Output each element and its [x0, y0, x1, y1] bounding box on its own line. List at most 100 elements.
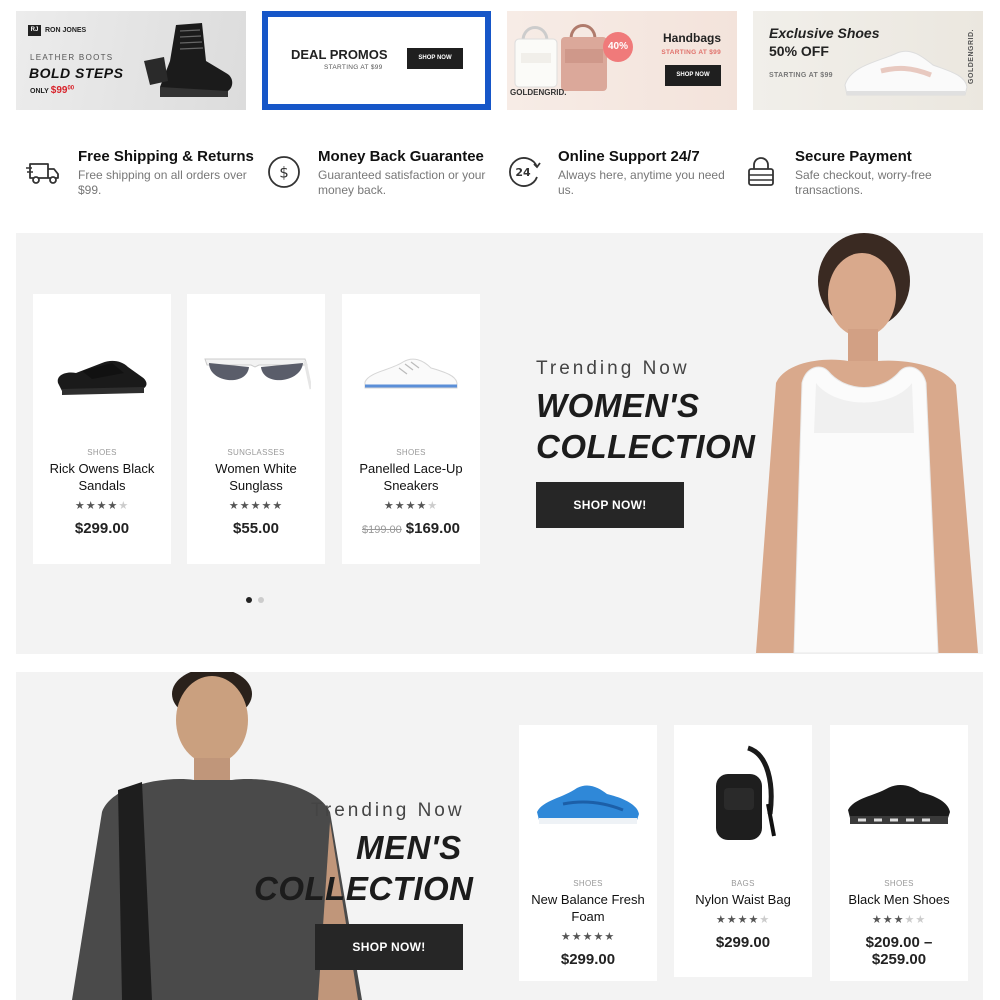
product-card[interactable]: SHOES Panelled Lace-Up Sneakers ★★★★★ $1…: [342, 294, 480, 564]
carousel-dots: [246, 597, 264, 603]
handbags-shop-now-button[interactable]: SHOP NOW: [665, 65, 721, 86]
product-card[interactable]: BAGS Nylon Waist Bag ★★★★★ $299.00: [674, 725, 812, 977]
banner-price: ONLY $9900: [30, 85, 74, 96]
price-current: $299.00: [74, 520, 130, 537]
product-category: BAGS: [731, 879, 755, 888]
feature-desc: Always here, anytime you need us.: [558, 168, 725, 197]
feature-title: Online Support 24/7: [558, 148, 700, 165]
mens-shop-now-button[interactable]: SHOP NOW!: [315, 924, 463, 970]
star-icon: ★: [915, 914, 927, 926]
star-icon: ★: [107, 500, 119, 512]
feature-secure-payment: Secure Payment Safe checkout, worry-free…: [733, 146, 973, 206]
features-bar: Free Shipping & Returns Free shipping on…: [16, 146, 983, 206]
star-icon: ★: [118, 500, 130, 512]
brand-logo: RJ RON JONES: [28, 25, 86, 36]
banner-leather-boots[interactable]: RJ RON JONES LEATHER BOOTS BOLD STEPS ON…: [16, 11, 246, 110]
leather-boot-image: [144, 23, 233, 97]
banner-discount: 50% OFF: [769, 43, 829, 59]
star-icon: ★: [228, 500, 240, 512]
feature-desc: Safe checkout, worry-free transactions.: [795, 168, 932, 197]
star-icon: ★: [759, 914, 771, 926]
banner-exclusive-shoes[interactable]: Exclusive Shoes 50% OFF STARTING AT $99 …: [753, 11, 983, 110]
product-category: SHOES: [884, 879, 914, 888]
product-image[interactable]: [187, 314, 325, 434]
white-sneaker-image: [844, 50, 968, 96]
collection-title-line1: MEN'S: [356, 829, 462, 866]
brand-name: RON JONES: [45, 27, 87, 34]
price-current: $55.00: [233, 520, 279, 537]
feature-money-back: $ Money Back Guarantee Guaranteed satisf…: [256, 146, 496, 206]
product-name[interactable]: Black Men Shoes: [836, 891, 962, 908]
discount-badge: 40%: [603, 32, 633, 62]
product-rating: ★★★★★: [674, 913, 812, 926]
deal-shop-now-button[interactable]: SHOP NOW: [407, 48, 463, 69]
star-icon: ★: [737, 914, 749, 926]
star-icon: ★: [405, 500, 417, 512]
star-icon: ★: [96, 500, 108, 512]
support-24-icon: 24: [509, 157, 541, 187]
product-image[interactable]: [342, 314, 480, 434]
carousel-dot[interactable]: [246, 597, 252, 603]
womens-shop-now-button[interactable]: SHOP NOW!: [536, 482, 684, 528]
brand-mark: RJ: [28, 25, 41, 36]
star-icon: ★: [726, 914, 738, 926]
product-name[interactable]: Nylon Waist Bag: [680, 891, 806, 908]
star-icon: ★: [893, 914, 905, 926]
product-category: SHOES: [573, 879, 603, 888]
truck-icon: [26, 163, 59, 184]
banner-subtitle: LEATHER BOOTS: [30, 53, 114, 62]
mens-collection-section: Trending Now MEN'S COLLECTION SHOP NOW! …: [16, 672, 983, 1000]
product-image[interactable]: [674, 731, 812, 861]
trending-label: Trending Now: [536, 358, 690, 379]
star-icon: ★: [394, 500, 406, 512]
price-current: $169.00: [405, 520, 460, 537]
womens-collection-section: SHOES Rick Owens Black Sandals ★★★★★ $29…: [16, 233, 983, 654]
banner-handbags[interactable]: 40% Handbags STARTING AT $99 SHOP NOW GO…: [507, 11, 737, 110]
star-icon: ★: [272, 500, 284, 512]
product-rating: ★★★★★: [830, 913, 968, 926]
banner-subtitle: STARTING AT $99: [324, 64, 383, 71]
star-icon: ★: [250, 500, 262, 512]
price-current: $209.00 – $259.00: [865, 934, 933, 968]
product-name[interactable]: Panelled Lace-Up Sneakers: [348, 460, 474, 494]
product-image[interactable]: [830, 745, 968, 865]
handbags-image: [514, 24, 607, 91]
feature-title: Money Back Guarantee: [318, 148, 484, 165]
carousel-dot[interactable]: [258, 597, 264, 603]
brand-logo: GOLDENGRID.: [968, 29, 976, 84]
price-value: $99: [50, 85, 68, 96]
product-card[interactable]: SHOES Black Men Shoes ★★★★★ $209.00 – $2…: [830, 725, 968, 981]
product-card[interactable]: SHOES New Balance Fresh Foam ★★★★★ $299.…: [519, 725, 657, 981]
product-rating: ★★★★★: [33, 499, 171, 512]
price-cents: 00: [67, 85, 75, 92]
product-rating: ★★★★★: [519, 930, 657, 943]
feature-title: Secure Payment: [795, 148, 912, 165]
feature-free-shipping: Free Shipping & Returns Free shipping on…: [16, 146, 256, 206]
star-icon: ★: [715, 914, 727, 926]
collection-title-line1: WOMEN'S: [536, 387, 700, 424]
product-price: $299.00: [519, 951, 657, 968]
feature-online-support: 24 Online Support 24/7 Always here, anyt…: [496, 146, 736, 206]
dollar-coin-icon: $: [268, 156, 300, 188]
product-image[interactable]: [519, 745, 657, 865]
product-rating: ★★★★★: [342, 499, 480, 512]
product-image[interactable]: [33, 314, 171, 434]
banner-deal-promos[interactable]: DEAL PROMOS STARTING AT $99 SHOP NOW: [262, 11, 491, 110]
star-icon: ★: [261, 500, 273, 512]
sandal-image: [57, 360, 147, 395]
star-icon: ★: [748, 914, 760, 926]
feature-desc: Guaranteed satisfaction or your money ba…: [318, 168, 486, 197]
product-card[interactable]: SHOES Rick Owens Black Sandals ★★★★★ $29…: [33, 294, 171, 564]
star-icon: ★: [74, 500, 86, 512]
star-icon: ★: [85, 500, 97, 512]
product-name[interactable]: Rick Owens Black Sandals: [39, 460, 165, 494]
star-icon: ★: [882, 914, 894, 926]
product-category: SHOES: [396, 448, 426, 457]
price-prefix: ONLY: [30, 88, 49, 95]
product-card[interactable]: SUNGLASSES Women White Sunglass ★★★★★ $5…: [187, 294, 325, 564]
star-icon: ★: [571, 931, 583, 943]
product-name[interactable]: Women White Sunglass: [193, 460, 319, 494]
price-old: $199.00: [362, 524, 402, 536]
star-icon: ★: [582, 931, 594, 943]
product-name[interactable]: New Balance Fresh Foam: [525, 891, 651, 925]
